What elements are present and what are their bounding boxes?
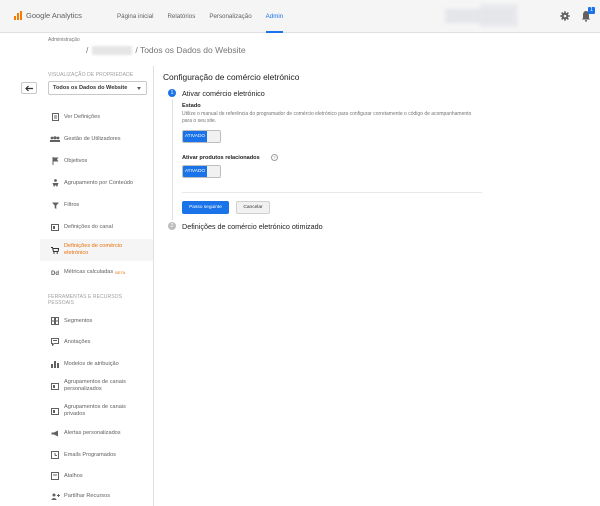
sidebar-item-scheduled-emails[interactable]: Emails Programados (40, 449, 153, 461)
sidebar-item-content-grouping[interactable]: Agrupamento por Conteúdo (40, 177, 153, 189)
channel-icon (48, 382, 62, 390)
sidebar-item-label: Gestão de Utilizadores (64, 135, 121, 142)
view-selector-value: Todos os Dados do Website (53, 85, 128, 91)
breadcrumb-separator: / (86, 45, 89, 55)
sidebar-item-channel-settings[interactable]: Definições do canal (40, 221, 153, 233)
document-icon (48, 113, 62, 121)
step-1-description: Utilize o manual de referência do progra… (182, 111, 472, 124)
help-icon[interactable]: ? (271, 154, 278, 161)
admin-sidebar: VISUALIZAÇÃO DE PROPRIEDADE Todos os Dad… (40, 66, 154, 506)
breadcrumb-admin[interactable]: Administração (48, 37, 80, 43)
sidebar-item-private-channel-groupings[interactable]: Agrupamentos de canais privados (40, 401, 153, 421)
toggle-knob (207, 131, 220, 142)
sidebar-item-label: Alertas personalizados (64, 429, 121, 436)
sidebar-item-label: Agrupamentos de canais privados (64, 404, 126, 417)
sidebar-item-custom-channel-groupings[interactable]: Agrupamentos de canais personalizados (40, 376, 153, 396)
google-analytics-logo[interactable]: Google Analytics (14, 11, 82, 20)
sidebar-item-label: Partilhar Recursos (64, 492, 111, 499)
filter-icon (48, 202, 62, 209)
toggle-on-label: ATIVADO (183, 166, 207, 177)
sidebar-item-label: Métricas calculadas (64, 268, 114, 275)
sidebar-item-segments[interactable]: Segmentos (40, 315, 153, 327)
sidebar-item-label: Filtros (64, 201, 80, 208)
ecommerce-status-toggle[interactable]: ATIVADO (182, 130, 221, 143)
view-selector[interactable]: Todos os Dados do Website (48, 81, 147, 95)
arrow-left-icon (24, 85, 33, 91)
account-info-blurred (480, 4, 518, 27)
sidebar-item-goals[interactable]: Objetivos (40, 155, 153, 167)
nav-admin[interactable]: Admin (265, 0, 283, 33)
cart-icon (48, 246, 62, 254)
sidebar-item-label: Definições do canal (64, 223, 113, 230)
megaphone-icon (48, 430, 62, 437)
nav-home[interactable]: Página inicial (117, 0, 153, 33)
step-1-title: Ativar comércio eletrónico (182, 89, 265, 98)
sidebar-item-custom-alerts[interactable]: Alertas personalizados (40, 427, 153, 439)
toggle-on-label: ATIVADO (183, 131, 207, 142)
sidebar-item-calculated-metrics[interactable]: Dd Métricas calculadas BETA (40, 266, 153, 278)
shortcut-icon (48, 472, 62, 480)
channel-icon (48, 407, 62, 415)
account-name-blurred[interactable] (92, 45, 133, 55)
sidebar-item-user-management[interactable]: Gestão de Utilizadores (40, 133, 153, 145)
notification-badge: 1 (588, 7, 595, 14)
gear-icon[interactable] (560, 11, 570, 21)
beta-badge: BETA (115, 269, 126, 275)
view-section-heading: VISUALIZAÇÃO DE PROPRIEDADE (48, 72, 134, 78)
analytics-logo-icon (14, 11, 23, 20)
chevron-down-icon (137, 87, 141, 90)
sidebar-item-ecommerce-settings[interactable]: Definições de comércio eletrónico (40, 239, 153, 261)
back-button[interactable] (21, 82, 37, 94)
step-1-indicator: 1 (168, 89, 176, 97)
page-title: Configuração de comércio eletrónico (163, 72, 300, 82)
sidebar-item-view-settings[interactable]: Ver Definições (40, 111, 153, 123)
dd-icon: Dd (48, 269, 62, 276)
svg-text:Dd: Dd (51, 271, 59, 276)
bar-chart-icon (48, 360, 62, 368)
nav-reports[interactable]: Relatórios (167, 0, 195, 33)
segments-icon (48, 317, 62, 325)
toggle-knob (207, 166, 220, 177)
step-2-indicator: 2 (168, 222, 176, 230)
top-nav: Página inicial Relatórios Personalização… (117, 0, 297, 33)
app-name: Google Analytics (26, 11, 82, 20)
sidebar-item-label: Anotações (64, 338, 91, 345)
step-connector (172, 99, 173, 220)
users-icon (48, 136, 62, 142)
related-products-label: Ativar produtos relacionados (182, 155, 260, 161)
breadcrumb-property[interactable]: / Todos os Dados do Website (135, 45, 245, 55)
sidebar-item-share-assets[interactable]: Partilhar Recursos (40, 490, 153, 502)
person-icon (48, 179, 62, 187)
sidebar-item-label: Modelos de atribuição (64, 360, 119, 367)
sidebar-item-label: Segmentos (64, 317, 93, 324)
share-user-icon (48, 493, 62, 500)
divider (182, 192, 482, 193)
sidebar-item-label: Objetivos (64, 157, 88, 164)
status-label: Estado (182, 103, 201, 109)
annotation-icon (48, 338, 62, 346)
top-bar: Google Analytics Página inicial Relatóri… (0, 0, 600, 33)
sidebar-item-label: Definições de comércio eletrónico (64, 243, 123, 256)
flag-icon (48, 157, 62, 165)
sidebar-item-label: Emails Programados (64, 451, 116, 458)
next-step-button[interactable]: Passo seguinte (182, 201, 229, 214)
sidebar-item-annotations[interactable]: Anotações (40, 336, 153, 348)
sidebar-item-attribution-models[interactable]: Modelos de atribuição (40, 358, 153, 370)
step-2-title[interactable]: Definições de comércio eletrónico otimiz… (182, 222, 323, 231)
channel-icon (48, 223, 62, 231)
nav-customization[interactable]: Personalização (209, 0, 251, 33)
sidebar-item-label: Agrupamentos de canais personalizados (64, 379, 126, 392)
related-products-toggle[interactable]: ATIVADO (182, 165, 221, 178)
sidebar-item-label: Ver Definições (64, 113, 101, 120)
sidebar-item-label: Atalhos (64, 472, 83, 479)
clock-icon (48, 451, 62, 459)
tools-section-heading: FERRAMENTAS E RECURSOS PESSOAIS (48, 294, 123, 306)
breadcrumb: / / Todos os Dados do Website (86, 45, 246, 55)
cancel-button[interactable]: Cancelar (236, 201, 270, 214)
sidebar-item-filters[interactable]: Filtros (40, 199, 153, 211)
sidebar-item-shortcuts[interactable]: Atalhos (40, 470, 153, 482)
sidebar-item-label: Agrupamento por Conteúdo (64, 179, 134, 186)
